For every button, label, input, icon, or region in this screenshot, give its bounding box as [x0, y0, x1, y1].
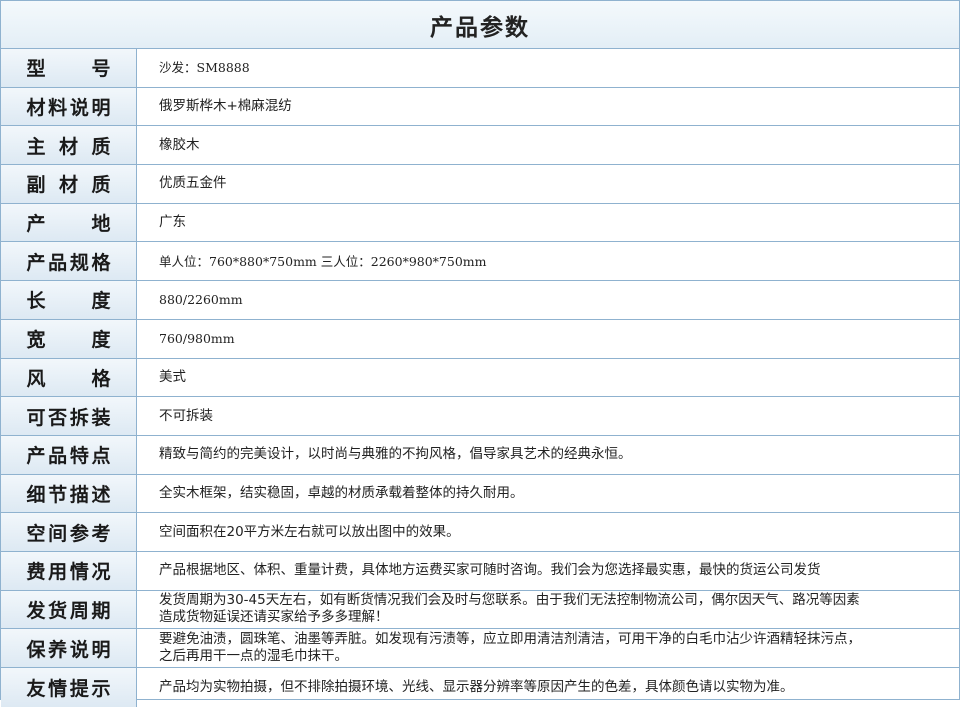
row-value: 优质五金件 [159, 175, 227, 192]
row-label: 主材质 [1, 126, 137, 165]
row-value: 单人位：760*880*750mm 三人位：2260*980*750mm [159, 253, 487, 269]
row-value: 要避免油渍，圆珠笔、油墨等弄脏。如发现有污渍等，应立即用清洁剂清洁，可用干净的白… [159, 631, 861, 665]
row-label: 细节描述 [1, 474, 137, 513]
row-details: 细节描述 全实木框架，结实稳固，卓越的材质承载着整体的持久耐用。 [1, 474, 959, 514]
row-label: 长度 [1, 281, 137, 319]
row-specification: 产品规格 单人位：760*880*750mm 三人位：2260*980*750m… [1, 242, 959, 282]
row-style: 风格 美式 [1, 358, 959, 398]
table-header: 产品参数 [1, 1, 959, 49]
table-title: 产品参数 [430, 14, 530, 41]
product-parameters-table: 产品参数 型号 沙发：SM8888 材料说明 俄罗斯桦木+棉麻混纺 主材质 橡胶… [0, 0, 960, 707]
row-secondary-material: 副材质 优质五金件 [1, 165, 959, 204]
row-features: 产品特点 精致与简约的完美设计，以时尚与典雅的不拘风格，倡导家具艺术的经典永恒。 [1, 435, 959, 475]
row-label: 空间参考 [1, 513, 137, 551]
row-label: 型号 [1, 49, 137, 87]
row-value: 发货周期为30-45天左右，如有断货情况我们会及时与您联系。由于我们无法控制物流… [159, 592, 860, 626]
row-label: 风格 [1, 358, 137, 397]
row-shipping-cost: 费用情况 产品根据地区、体积、重量计费，具体地方运费买家可随时咨询。我们会为您选… [1, 551, 959, 591]
row-value: 俄罗斯桦木+棉麻混纺 [159, 98, 292, 115]
row-label: 产品特点 [1, 435, 137, 474]
row-space-reference: 空间参考 空间面积在20平方米左右就可以放出图中的效果。 [1, 513, 959, 552]
row-label: 产品规格 [1, 242, 137, 281]
row-label: 友情提示 [1, 668, 137, 707]
row-maintenance: 保养说明 要避免油渍，圆珠笔、油墨等弄脏。如发现有污渍等，应立即用清洁剂清洁，可… [1, 629, 959, 668]
row-model: 型号 沙发：SM8888 [1, 49, 959, 88]
row-label: 副材质 [1, 165, 137, 203]
row-value: 美式 [159, 368, 186, 385]
row-value: 产品均为实物拍摄，但不排除拍摄环境、光线、显示器分辨率等原因产生的色差，具体颜色… [159, 678, 794, 695]
row-value: 沙发：SM8888 [159, 60, 250, 76]
row-friendly-tip: 友情提示 产品均为实物拍摄，但不排除拍摄环境、光线、显示器分辨率等原因产生的色差… [1, 668, 959, 707]
row-length: 长度 880/2260mm [1, 281, 959, 320]
row-value: 880/2260mm [159, 292, 243, 308]
row-value: 产品根据地区、体积、重量计费，具体地方运费买家可随时咨询。我们会为您选择最实惠，… [159, 562, 821, 579]
row-label: 可否拆装 [1, 397, 137, 435]
row-label: 宽度 [1, 319, 137, 358]
row-label: 费用情况 [1, 551, 137, 590]
row-value: 不可拆装 [159, 407, 213, 424]
row-origin: 产地 广东 [1, 203, 959, 243]
row-label: 材料说明 [1, 87, 137, 126]
parameter-rows: 型号 沙发：SM8888 材料说明 俄罗斯桦木+棉麻混纺 主材质 橡胶木 副材质… [1, 49, 959, 707]
row-detachable: 可否拆装 不可拆装 [1, 397, 959, 436]
row-value: 760/980mm [159, 331, 235, 347]
row-material-description: 材料说明 俄罗斯桦木+棉麻混纺 [1, 87, 959, 127]
row-value: 广东 [159, 214, 186, 231]
row-value: 空间面积在20平方米左右就可以放出图中的效果。 [159, 523, 460, 540]
row-value: 全实木框架，结实稳固，卓越的材质承载着整体的持久耐用。 [159, 484, 524, 501]
row-delivery-cycle: 发货周期 发货周期为30-45天左右，如有断货情况我们会及时与您联系。由于我们无… [1, 590, 959, 630]
row-label: 发货周期 [1, 590, 137, 629]
row-label: 产地 [1, 203, 137, 242]
row-value: 橡胶木 [159, 136, 200, 153]
row-value: 精致与简约的完美设计，以时尚与典雅的不拘风格，倡导家具艺术的经典永恒。 [159, 446, 632, 463]
row-width: 宽度 760/980mm [1, 319, 959, 359]
row-main-material: 主材质 橡胶木 [1, 126, 959, 166]
row-label: 保养说明 [1, 629, 137, 667]
